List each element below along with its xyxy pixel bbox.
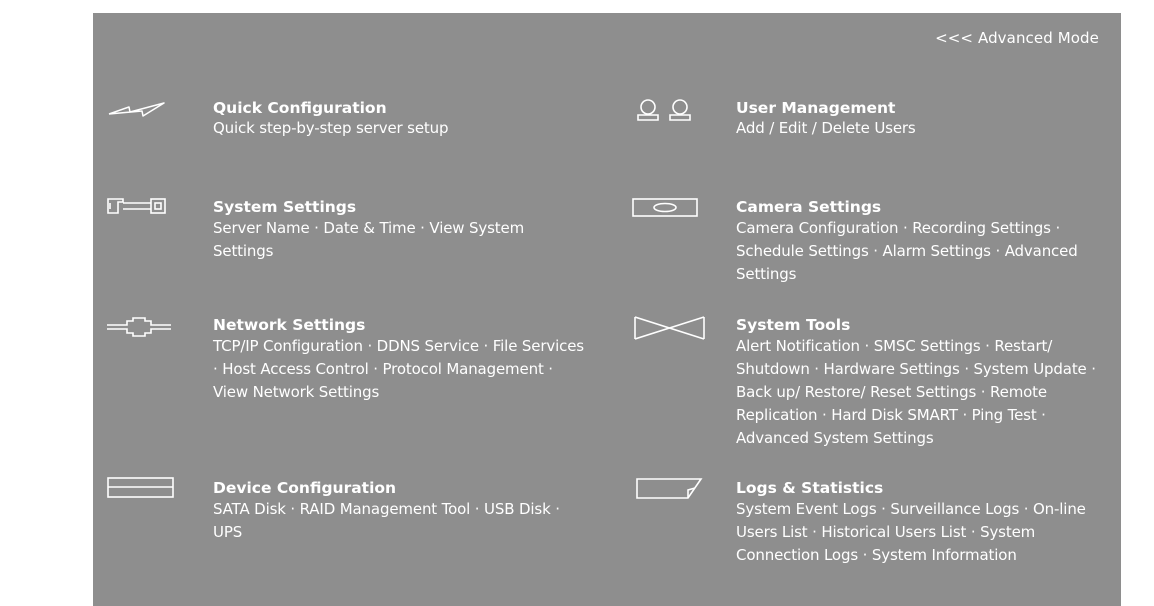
menu-item-title[interactable]: User Management xyxy=(736,99,1116,118)
advanced-mode-link[interactable]: <<< Advanced Mode xyxy=(935,29,1099,47)
menu-item-system-settings[interactable]: System Settings Server Name · Date & Tim… xyxy=(107,197,524,268)
menu-item-description: TCP/IP Configuration · DDNS Service · Fi… xyxy=(213,337,584,401)
lightning-icon xyxy=(107,100,167,128)
menu-item-quick-configuration[interactable]: Quick Configuration Quick step-by-step s… xyxy=(107,99,507,160)
menu-item-title[interactable]: Logs & Statistics xyxy=(736,479,1106,498)
menu-item-logs-statistics[interactable]: Logs & Statistics System Event Logs · Su… xyxy=(635,478,1115,598)
menu-item-description: System Event Logs · Surveillance Logs · … xyxy=(736,500,1086,564)
menu-item-camera-settings[interactable]: Camera Settings Camera Configuration · R… xyxy=(632,198,1115,298)
menu-item-title[interactable]: Network Settings xyxy=(213,316,585,335)
menu-item-network-settings[interactable]: Network Settings TCP/IP Configuration · … xyxy=(107,316,584,406)
menu-item-description: Alert Notification · SMSC Settings · Res… xyxy=(736,337,1096,447)
tools-icon xyxy=(634,316,706,344)
menu-item-title[interactable]: Device Configuration xyxy=(213,479,593,498)
menu-item-description: Add / Edit / Delete Users xyxy=(736,119,916,137)
menu-item-user-management[interactable]: User Management Add / Edit / Delete User… xyxy=(635,98,1116,160)
menu-item-description: Server Name · Date & Time · View System … xyxy=(213,219,525,260)
menu-item-title[interactable]: Quick Configuration xyxy=(213,99,593,118)
menu-item-title[interactable]: System Tools xyxy=(736,316,1111,335)
menu-item-description: Camera Configuration · Recording Setting… xyxy=(736,219,1078,283)
menu-item-description: SATA Disk · RAID Management Tool · USB D… xyxy=(213,500,560,541)
camera-icon xyxy=(632,198,700,222)
server-icon xyxy=(107,197,167,221)
menu-item-system-tools[interactable]: System Tools Alert Notification · SMSC S… xyxy=(634,316,1115,466)
drive-icon xyxy=(107,477,175,503)
menu-item-title[interactable]: System Settings xyxy=(213,198,583,217)
logs-icon xyxy=(636,478,704,504)
network-icon xyxy=(107,317,171,341)
main-panel: <<< Advanced Mode Quick Configuration Qu… xyxy=(93,13,1121,606)
menu-item-device-configuration[interactable]: Device Configuration SATA Disk · RAID Ma… xyxy=(107,477,560,548)
menu-item-title[interactable]: Camera Settings xyxy=(736,198,1106,217)
menu-item-description: Quick step-by-step server setup xyxy=(213,119,449,137)
users-icon xyxy=(635,98,693,126)
